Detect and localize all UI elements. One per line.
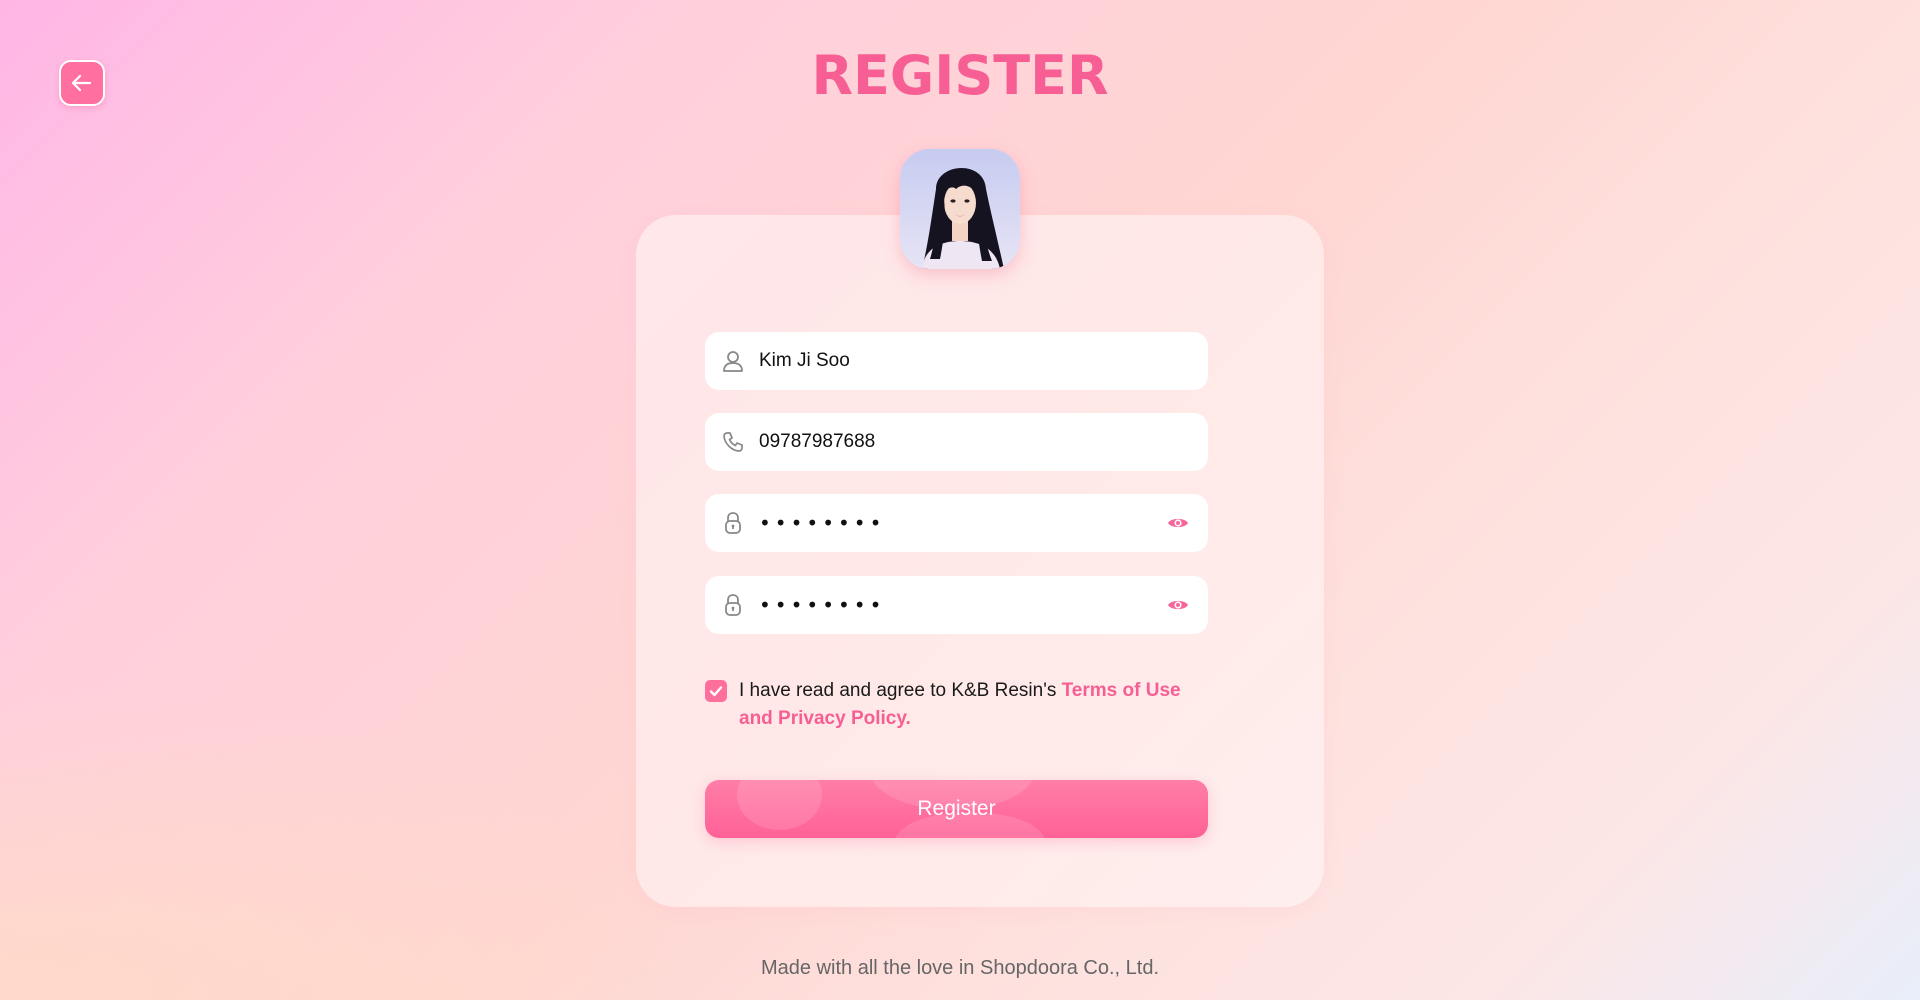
lock-icon [719,591,747,619]
terms-checkbox[interactable] [705,680,727,702]
lock-icon [719,509,747,537]
eye-icon[interactable] [1166,511,1190,535]
name-value: Kim Ji Soo [759,350,850,371]
password-value: •••••••• [759,511,886,535]
password-field[interactable]: •••••••• [705,494,1208,552]
terms-text: I have read and agree to K&B Resin's Ter… [739,677,1208,733]
confirm-password-field[interactable]: •••••••• [705,576,1208,634]
register-button-label: Register [917,797,996,820]
page-title: REGISTER [811,44,1109,107]
terms-agreement: I have read and agree to K&B Resin's Ter… [705,677,1208,733]
name-field[interactable]: Kim Ji Soo [705,332,1208,390]
register-button[interactable]: Register [705,780,1208,838]
phone-field[interactable]: 09787987688 [705,413,1208,471]
avatar[interactable] [900,149,1020,269]
footer-text: Made with all the love in Shopdoora Co.,… [760,957,1160,979]
check-icon [709,686,723,697]
terms-prefix: I have read and agree to K&B Resin's [739,680,1062,701]
phone-icon [719,428,747,456]
confirm-password-value: •••••••• [759,593,886,617]
user-icon [719,347,747,375]
phone-value: 09787987688 [759,431,876,452]
eye-icon[interactable] [1166,593,1190,617]
profile-photo [900,149,1020,269]
